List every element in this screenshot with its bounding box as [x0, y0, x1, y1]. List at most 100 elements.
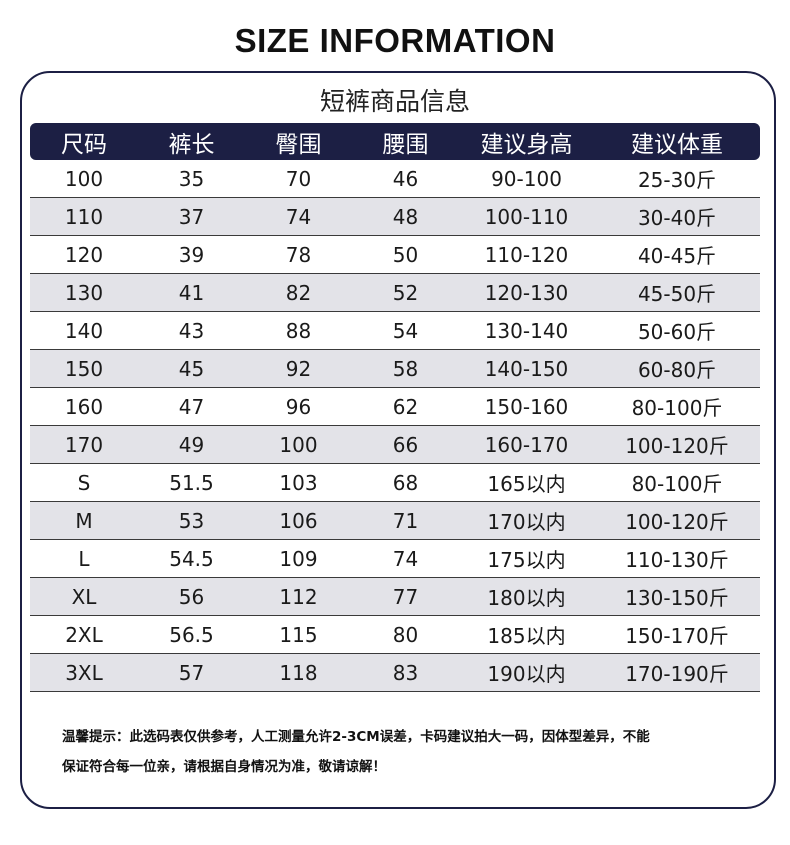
cell-waist: 71: [352, 501, 459, 540]
cell-waist: 68: [352, 463, 459, 502]
cell-weight: 25-30斤: [594, 160, 760, 198]
cell-waist: 83: [352, 653, 459, 692]
cell-waist: 80: [352, 615, 459, 654]
cell-hip: 100: [245, 425, 352, 464]
cell-hip: 115: [245, 615, 352, 654]
tip-note: 温馨提示：此选码表仅供参考，人工测量允许2-3CM误差，卡码建议拍大一码，因体型…: [62, 722, 752, 782]
cell-length: 57: [138, 653, 245, 692]
cell-size: 120: [30, 235, 138, 274]
table-header-row: 尺码 裤长 臀围 腰围 建议身高 建议体重: [30, 123, 760, 160]
cell-weight: 50-60斤: [594, 311, 760, 350]
size-table: 尺码 裤长 臀围 腰围 建议身高 建议体重 100 35 70 46 90-100 25-…: [30, 123, 760, 692]
cell-waist: 48: [352, 197, 459, 236]
cell-hip: 74: [245, 197, 352, 236]
cell-size: L: [30, 539, 138, 578]
cell-height: 100-110: [459, 197, 594, 236]
table-row: L 54.5 109 74 175以内 110-130斤: [30, 539, 760, 578]
cell-length: 41: [138, 273, 245, 312]
cell-waist: 46: [352, 160, 459, 198]
cell-height: 190以内: [459, 653, 594, 692]
table-row: 160 47 96 62 150-160 80-100斤: [30, 387, 760, 426]
cell-weight: 45-50斤: [594, 273, 760, 312]
cell-height: 185以内: [459, 615, 594, 654]
cell-size: 140: [30, 311, 138, 350]
cell-size: 170: [30, 425, 138, 464]
cell-length: 56.5: [138, 615, 245, 654]
cell-size: 100: [30, 160, 138, 198]
header-waist: 腰围: [352, 123, 459, 160]
table-row: 100 35 70 46 90-100 25-30斤: [30, 160, 760, 198]
cell-hip: 88: [245, 311, 352, 350]
cell-weight: 100-120斤: [594, 425, 760, 464]
table-row: M 53 106 71 170以内 100-120斤: [30, 501, 760, 540]
table-row: 150 45 92 58 140-150 60-80斤: [30, 349, 760, 388]
cell-size: 130: [30, 273, 138, 312]
table-row: 170 49 100 66 160-170 100-120斤: [30, 425, 760, 464]
cell-weight: 130-150斤: [594, 577, 760, 616]
cell-height: 110-120: [459, 235, 594, 274]
cell-weight: 80-100斤: [594, 463, 760, 502]
cell-weight: 40-45斤: [594, 235, 760, 274]
cell-height: 140-150: [459, 349, 594, 388]
cell-length: 35: [138, 160, 245, 198]
cell-hip: 92: [245, 349, 352, 388]
cell-hip: 82: [245, 273, 352, 312]
cell-height: 180以内: [459, 577, 594, 616]
cell-waist: 66: [352, 425, 459, 464]
cell-size: 160: [30, 387, 138, 426]
cell-hip: 103: [245, 463, 352, 502]
cell-length: 53: [138, 501, 245, 540]
table-row: 110 37 74 48 100-110 30-40斤: [30, 197, 760, 236]
cell-waist: 74: [352, 539, 459, 578]
cell-waist: 58: [352, 349, 459, 388]
cell-size: 150: [30, 349, 138, 388]
cell-weight: 30-40斤: [594, 197, 760, 236]
cell-waist: 62: [352, 387, 459, 426]
cell-size: 2XL: [30, 615, 138, 654]
cell-hip: 96: [245, 387, 352, 426]
cell-hip: 70: [245, 160, 352, 198]
cell-size: S: [30, 463, 138, 502]
header-height: 建议身高: [459, 123, 594, 160]
cell-length: 37: [138, 197, 245, 236]
cell-hip: 112: [245, 577, 352, 616]
cell-weight: 110-130斤: [594, 539, 760, 578]
cell-height: 130-140: [459, 311, 594, 350]
cell-size: 110: [30, 197, 138, 236]
tip-line-2: 保证符合每一位亲，请根据自身情况为准，敬请谅解！: [62, 759, 386, 775]
cell-weight: 150-170斤: [594, 615, 760, 654]
table-row: 3XL 57 118 83 190以内 170-190斤: [30, 653, 760, 692]
header-weight: 建议体重: [594, 123, 760, 160]
cell-weight: 100-120斤: [594, 501, 760, 540]
page-title: SIZE INFORMATION: [234, 22, 556, 59]
cell-weight: 60-80斤: [594, 349, 760, 388]
cell-length: 47: [138, 387, 245, 426]
cell-length: 51.5: [138, 463, 245, 502]
cell-length: 43: [138, 311, 245, 350]
tip-line-1: 温馨提示：此选码表仅供参考，人工测量允许2-3CM误差，卡码建议拍大一码，因体型…: [62, 729, 650, 745]
cell-waist: 50: [352, 235, 459, 274]
header-hip: 臀围: [245, 123, 352, 160]
cell-waist: 54: [352, 311, 459, 350]
cell-weight: 80-100斤: [594, 387, 760, 426]
cell-height: 165以内: [459, 463, 594, 502]
cell-size: M: [30, 501, 138, 540]
cell-length: 54.5: [138, 539, 245, 578]
cell-length: 45: [138, 349, 245, 388]
cell-hip: 106: [245, 501, 352, 540]
table-row: 140 43 88 54 130-140 50-60斤: [30, 311, 760, 350]
cell-waist: 77: [352, 577, 459, 616]
cell-height: 150-160: [459, 387, 594, 426]
cell-length: 39: [138, 235, 245, 274]
cell-height: 90-100: [459, 160, 594, 198]
table-row: S 51.5 103 68 165以内 80-100斤: [30, 463, 760, 502]
cell-hip: 109: [245, 539, 352, 578]
cell-length: 49: [138, 425, 245, 464]
cell-height: 170以内: [459, 501, 594, 540]
table-row: 130 41 82 52 120-130 45-50斤: [30, 273, 760, 312]
header-length: 裤长: [138, 123, 245, 160]
cell-height: 175以内: [459, 539, 594, 578]
table-row: 2XL 56.5 115 80 185以内 150-170斤: [30, 615, 760, 654]
cell-height: 160-170: [459, 425, 594, 464]
cell-waist: 52: [352, 273, 459, 312]
